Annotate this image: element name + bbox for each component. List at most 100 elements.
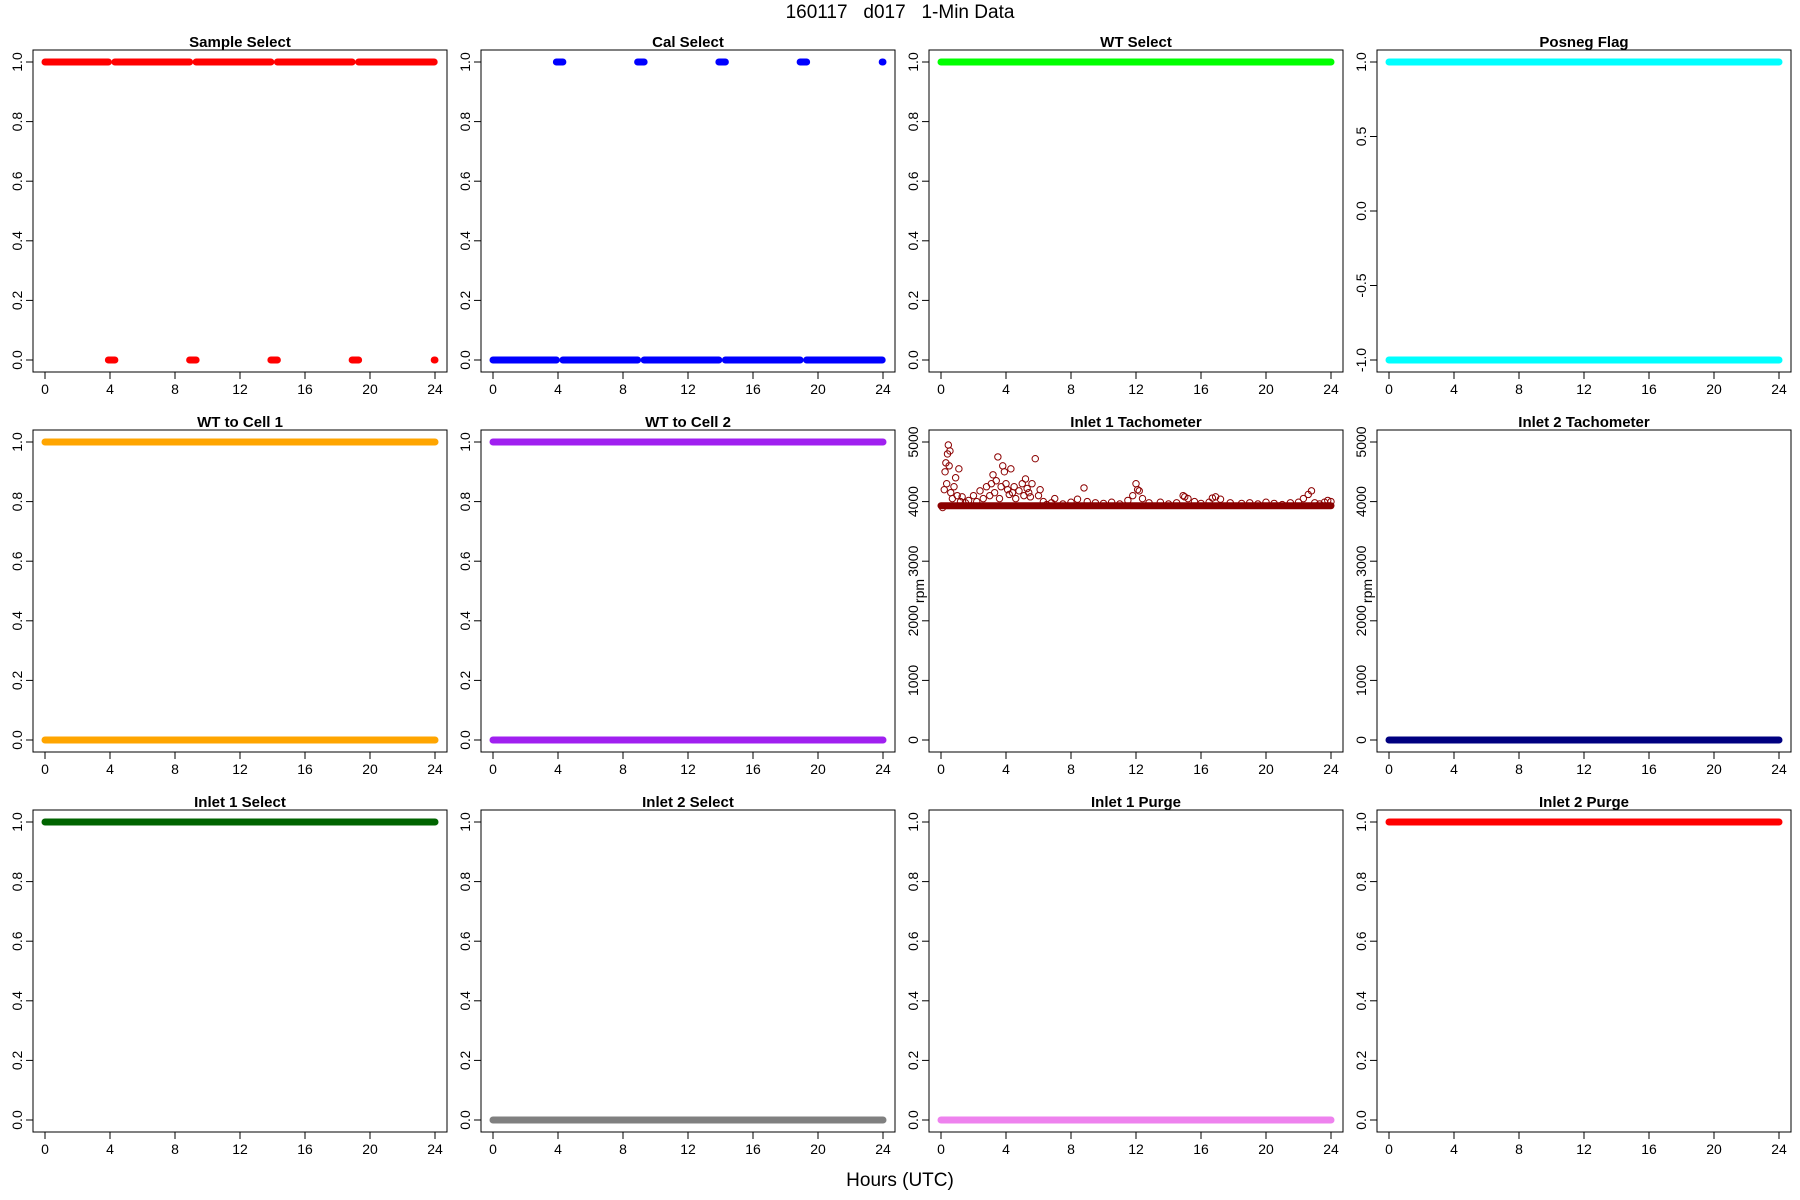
figure: 160117 d017 1-Min Data Sample Select 0 4 8 1… [0, 0, 1800, 1200]
y-tick-label: 2000 [905, 605, 921, 636]
x-tick-label: 12 [680, 761, 696, 777]
x-tick-label: 12 [1128, 761, 1144, 777]
panel-7: Inlet 1 Tachometer 0 4 8 12 16 20 24 0 1000 2000 30… [905, 414, 1344, 777]
data-point [1002, 480, 1010, 488]
y-tick-label: 0.0 [457, 1110, 473, 1130]
x-tick-label: 4 [1450, 381, 1458, 397]
y-tick-label: 1.0 [1353, 812, 1369, 832]
y-tick-label: 0.4 [9, 231, 25, 251]
data-point [1007, 465, 1015, 473]
y-tick-label: 1.0 [1353, 52, 1369, 72]
x-tick-label: 8 [619, 761, 627, 777]
data-point [992, 477, 1000, 485]
x-tick-label: 4 [1002, 381, 1010, 397]
panel-3: WT Select 0 4 8 12 16 20 24 0.0 0.2 0.4 0.6 0.8 1.0 [905, 34, 1344, 397]
panel-1: Sample Select 0 4 8 12 16 20 24 0.0 0.2 0.4 0.6 0.8 1… [9, 34, 448, 397]
x-tick-label: 8 [619, 381, 627, 397]
y-tick-label: 0.6 [9, 171, 25, 191]
y-tick-label: 3000 [905, 545, 921, 576]
y-tick-label: -1.0 [1353, 348, 1369, 372]
data-point [1138, 494, 1147, 503]
data-point [1132, 480, 1140, 488]
y-tick-label: 3000 [1353, 545, 1369, 576]
y-tick-label: 0.6 [457, 931, 473, 951]
x-tick-label: 8 [171, 761, 179, 777]
x-tick-label: 24 [1771, 381, 1787, 397]
y-tick-label: 0.8 [9, 872, 25, 892]
y-tick-label: 0.2 [905, 290, 921, 310]
y-axis-label: rpm [1359, 579, 1375, 603]
plot-frame [928, 429, 1344, 753]
panel-title: Inlet 1 Tachometer [1070, 414, 1202, 431]
x-tick-label: 24 [1323, 761, 1339, 777]
y-tick-label: 1.0 [9, 812, 25, 832]
plot-frame [1376, 49, 1792, 373]
x-tick-label: 0 [489, 381, 497, 397]
data-point [950, 483, 958, 491]
x-tick-label: 20 [1258, 761, 1274, 777]
x-tick-label: 4 [554, 1141, 562, 1157]
y-tick-label: 0.4 [457, 991, 473, 1011]
x-tick-label: 16 [1641, 761, 1657, 777]
y-tick-label: 0.0 [9, 730, 25, 750]
x-tick-label: 0 [1385, 761, 1393, 777]
x-tick-label: 20 [1706, 761, 1722, 777]
panel-title: Inlet 1 Purge [1091, 794, 1181, 811]
y-tick-label: 0.2 [9, 290, 25, 310]
x-tick-label: 8 [171, 381, 179, 397]
data-point [1034, 491, 1043, 500]
x-tick-label: 24 [1323, 381, 1339, 397]
panel-title: Inlet 2 Purge [1539, 794, 1629, 811]
y-tick-label: 1.0 [9, 52, 25, 72]
data-point [990, 488, 999, 497]
data-point [1025, 488, 1033, 497]
panel-4: Posneg Flag 0 4 8 12 16 20 24 -1.0 -0.5 0.0 0.5 1.0 [1353, 34, 1792, 397]
y-tick-label: 0.6 [9, 931, 25, 951]
x-tick-label: 24 [1771, 761, 1787, 777]
data-point [1021, 475, 1030, 483]
data-point [940, 485, 948, 494]
x-tick-label: 8 [171, 1141, 179, 1157]
panel-2: Cal Select 0 4 8 12 16 20 24 0.0 0.2 0.4 0.6 0.8 1.0 [457, 34, 896, 397]
y-tick-label: 0.2 [9, 670, 25, 690]
data-point [1135, 487, 1143, 495]
x-tick-label: 0 [937, 761, 945, 777]
y-tick-label: 5000 [905, 426, 921, 457]
x-tick-label: 0 [41, 1141, 49, 1157]
y-tick-label: 0.8 [905, 872, 921, 892]
panel-title: Cal Select [652, 34, 724, 51]
x-tick-label: 4 [1450, 761, 1458, 777]
x-tick-label: 12 [680, 1141, 696, 1157]
x-tick-label: 16 [1641, 381, 1657, 397]
data-point [955, 465, 963, 473]
x-tick-label: 0 [489, 761, 497, 777]
x-tick-label: 12 [1128, 381, 1144, 397]
x-tick-label: 20 [1258, 381, 1274, 397]
panel-title: Posneg Flag [1539, 34, 1628, 51]
x-tick-label: 12 [232, 761, 248, 777]
y-tick-label: -0.5 [1353, 273, 1369, 297]
x-tick-label: 24 [427, 761, 443, 777]
panel-11: Inlet 1 Purge 0 4 8 12 16 20 24 0.0 0.2 0.4 0.6 0.8 1… [905, 794, 1344, 1157]
x-tick-label: 12 [1576, 381, 1592, 397]
x-tick-label: 24 [427, 381, 443, 397]
y-tick-label: 0.4 [9, 991, 25, 1011]
y-tick-label: 5000 [1353, 426, 1369, 457]
data-point [976, 487, 984, 495]
data-point [994, 453, 1002, 461]
x-tick-label: 8 [1515, 1141, 1523, 1157]
plot-frame [1376, 429, 1792, 753]
y-tick-label: 0.0 [905, 1110, 921, 1130]
data-point [1036, 485, 1044, 494]
y-tick-label: 0.2 [905, 1050, 921, 1070]
x-tick-label: 0 [41, 381, 49, 397]
y-tick-label: 0.2 [457, 290, 473, 310]
plot-frame [480, 429, 896, 753]
y-tick-label: 4000 [1353, 486, 1369, 517]
x-axis-label: Hours (UTC) [846, 1170, 954, 1191]
x-tick-label: 12 [232, 381, 248, 397]
y-tick-label: 1000 [905, 665, 921, 696]
data-point [941, 468, 949, 476]
x-tick-label: 4 [106, 381, 114, 397]
panel-10: Inlet 2 Select 0 4 8 12 16 20 24 0.0 0.2 0.4 0.6 0.8… [457, 794, 896, 1157]
